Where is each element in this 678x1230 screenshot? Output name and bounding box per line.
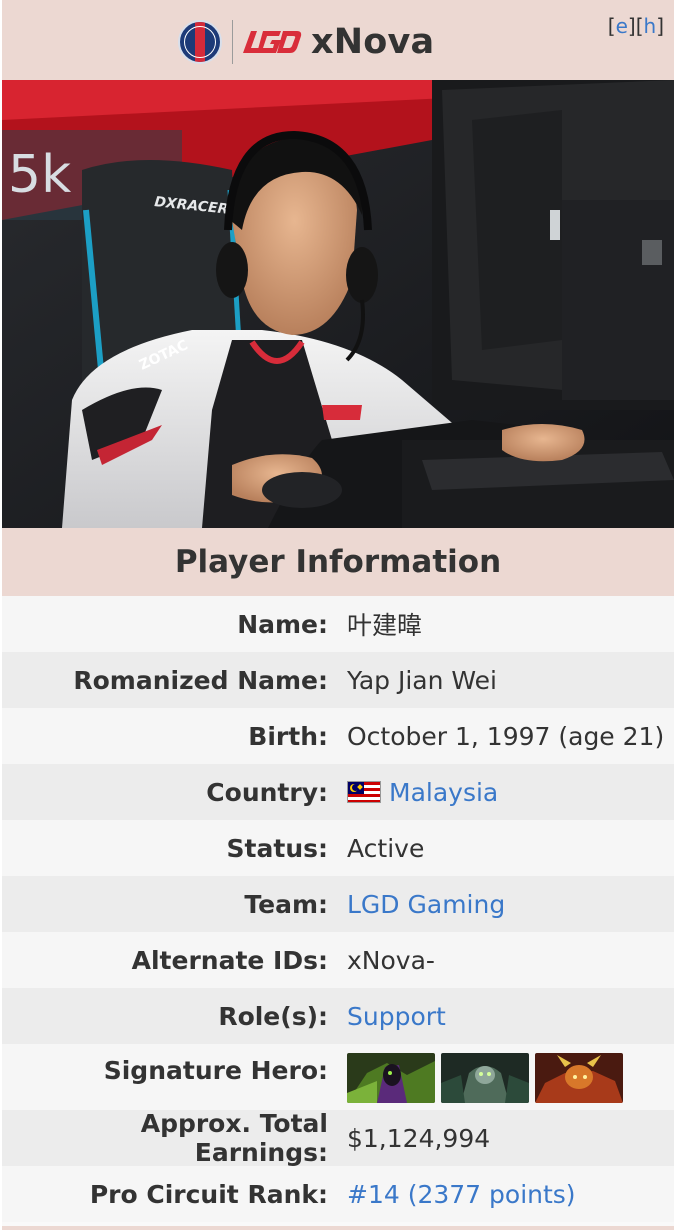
history-link[interactable]: h xyxy=(644,14,657,38)
lgd-logo-icon xyxy=(241,29,303,55)
info-row-birth: Birth: October 1, 1997 (age 21) xyxy=(2,708,674,764)
section-title: Player Information xyxy=(2,528,674,596)
info-row-pro-circuit-rank: Pro Circuit Rank: #14 (2377 points) xyxy=(2,1166,674,1222)
info-label: Alternate IDs: xyxy=(131,945,328,975)
info-label: Approx. Total Earnings: xyxy=(140,1109,328,1167)
info-label: Status: xyxy=(226,833,328,863)
info-row-signature-hero: Signature Hero: xyxy=(2,1044,674,1110)
info-label: Team: xyxy=(244,889,328,919)
info-label: Romanized Name: xyxy=(73,665,328,695)
info-row-name: Name: 叶建暐 xyxy=(2,596,674,652)
info-row-alternate-ids: Alternate IDs: xNova- xyxy=(2,932,674,988)
info-rows: Name: 叶建暐 Romanized Name: Yap Jian Wei B… xyxy=(2,596,674,1222)
signature-heroes xyxy=(328,1044,623,1103)
title-group: xNova xyxy=(178,18,434,66)
info-row-roles: Role(s): Support xyxy=(2,988,674,1044)
player-title: xNova xyxy=(311,22,435,62)
info-value: Active xyxy=(347,833,425,863)
bracket: ] xyxy=(656,14,664,38)
info-value: Yap Jian Wei xyxy=(347,665,497,695)
info-row-country: Country: Malaysia xyxy=(2,764,674,820)
pro-circuit-rank-link[interactable]: #14 (2377 points) xyxy=(328,1180,576,1209)
infobox-bottom-border xyxy=(2,1226,674,1230)
player-infobox: xNova [e][h] 5k DXRACER ZOTAC Player Inf… xyxy=(2,0,674,1230)
player-photo: 5k DXRACER ZOTAC xyxy=(2,80,674,528)
info-label: Name: xyxy=(237,609,328,639)
bracket: ][ xyxy=(627,14,644,38)
logo-divider xyxy=(232,20,233,64)
team-link[interactable]: LGD Gaming xyxy=(328,890,505,919)
info-row-earnings: Approx. Total Earnings: $1,124,994 xyxy=(2,1109,674,1167)
edit-link[interactable]: e xyxy=(616,14,628,38)
info-value: October 1, 1997 (age 21) xyxy=(347,721,665,751)
info-row-romanized-name: Romanized Name: Yap Jian Wei xyxy=(2,652,674,708)
info-label: Country: xyxy=(206,777,328,807)
info-label: Birth: xyxy=(248,721,328,751)
info-row-status: Status: Active xyxy=(2,820,674,876)
svg-text:5k: 5k xyxy=(8,145,71,205)
psg-logo-icon xyxy=(178,20,222,64)
country-link[interactable]: Malaysia xyxy=(389,778,498,807)
info-row-team: Team: LGD Gaming xyxy=(2,876,674,932)
malaysia-flag-icon xyxy=(347,781,381,803)
country-value: Malaysia xyxy=(328,778,498,807)
info-label: Signature Hero: xyxy=(103,1056,328,1085)
info-value: $1,124,994 xyxy=(347,1123,491,1153)
info-label: Pro Circuit Rank: xyxy=(89,1179,328,1209)
role-link[interactable]: Support xyxy=(328,1002,446,1031)
info-label: Role(s): xyxy=(218,1001,328,1031)
info-value: xNova- xyxy=(347,945,435,975)
edit-links: [e][h] xyxy=(608,14,664,38)
bracket: [ xyxy=(607,14,616,38)
hero-portrait-1-icon[interactable] xyxy=(347,1053,435,1103)
infobox-header: xNova [e][h] xyxy=(2,0,674,81)
info-value: 叶建暐 xyxy=(347,611,423,640)
hero-portrait-2-icon[interactable] xyxy=(441,1053,529,1103)
hero-portrait-3-icon[interactable] xyxy=(535,1053,623,1103)
